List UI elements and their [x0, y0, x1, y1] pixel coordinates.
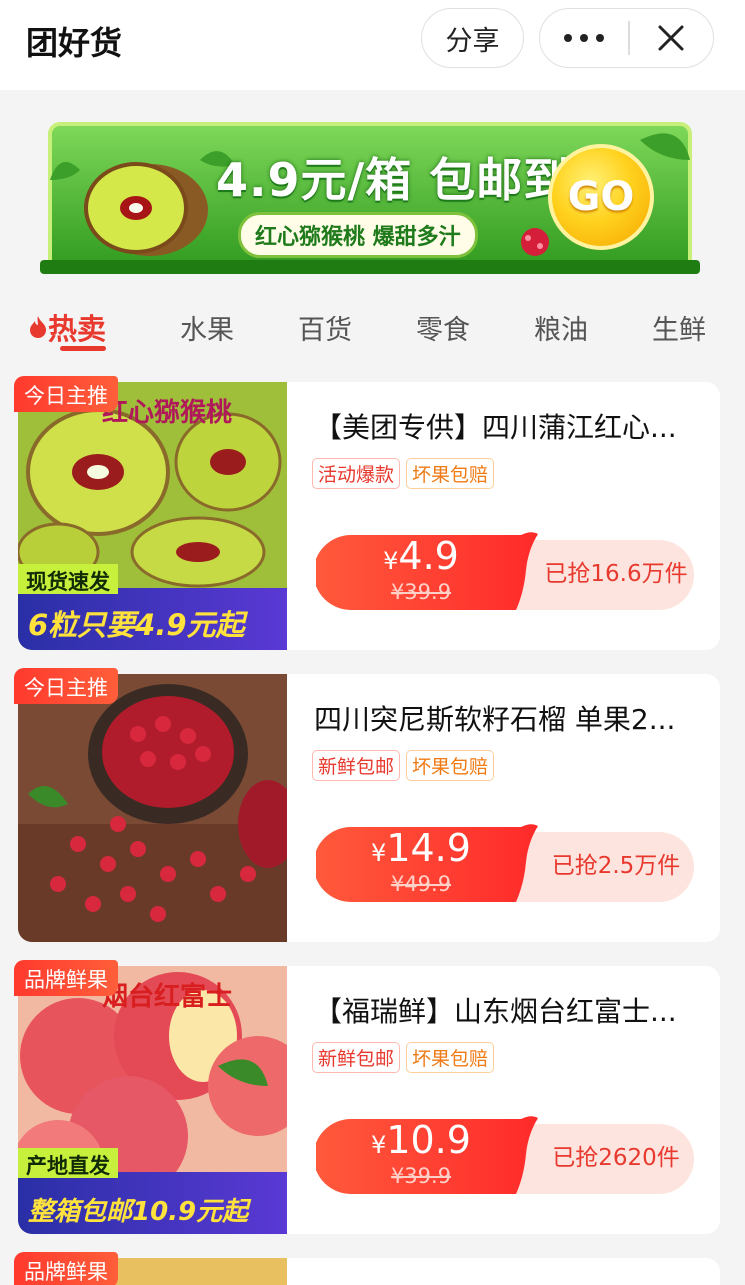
flame-icon	[30, 316, 46, 338]
product-card[interactable]: 烟台红富士 产地直发 整箱包邮10.9元起 品牌鲜果 【福瑞鲜】山东烟台红富士.…	[14, 960, 720, 1234]
promo-text: 6粒只要4.9元起	[28, 608, 245, 642]
sold-count: 已抢16.6万件	[544, 561, 688, 587]
product-title: 四川突尼斯软籽石榴 单果2...	[314, 703, 676, 736]
product-image	[18, 674, 287, 942]
page-title: 团好货	[26, 24, 123, 62]
promo-banner[interactable]: 4.9元/箱 包邮到家 红心猕猴桃 爆甜多汁 GO	[40, 120, 700, 280]
product-tags: 新鲜包邮 坏果包赔	[312, 750, 495, 781]
price-current-value: 10.9	[386, 1118, 471, 1162]
product-tags: 活动爆款 坏果包赔	[312, 458, 495, 489]
tab-snacks[interactable]: 零食	[416, 308, 470, 347]
tag-bad-fruit-refund: 坏果包赔	[406, 1042, 495, 1073]
promo-text: 整箱包邮10.9元起	[28, 1197, 249, 1227]
image-caption: 烟台红富士	[102, 982, 233, 1012]
tag-bad-fruit-refund: 坏果包赔	[406, 458, 495, 489]
currency-symbol: ¥	[371, 839, 387, 867]
tab-goods[interactable]: 百货	[298, 308, 352, 347]
price-current-value: 4.9	[398, 534, 459, 578]
product-tags: 新鲜包邮 坏果包赔	[312, 1042, 495, 1073]
price-original: ¥49.9	[390, 872, 452, 896]
currency-symbol: ¥	[371, 1131, 387, 1159]
sold-count: 已抢2620件	[552, 1145, 680, 1171]
tag-fresh-free-shipping: 新鲜包邮	[312, 750, 401, 781]
tag-fresh-free-shipping: 新鲜包邮	[312, 1042, 401, 1073]
active-tab-indicator	[60, 346, 106, 351]
tab-label: 热卖	[48, 312, 107, 346]
tab-fruit[interactable]: 水果	[180, 308, 234, 347]
product-title: 【美团专供】四川蒲江红心...	[314, 411, 677, 444]
more-dots-icon[interactable]	[540, 9, 628, 67]
header-bar: 团好货 分享	[0, 0, 745, 90]
buy-button[interactable]: ¥14.9 ¥49.9 已抢2.5万件	[316, 822, 696, 904]
product-image: 红心猕猴桃 现货速发 6粒只要4.9元起	[18, 382, 287, 650]
share-button[interactable]: 分享	[421, 8, 524, 68]
sold-count: 已抢2.5万件	[551, 853, 681, 879]
price-current: ¥4.9	[356, 534, 486, 583]
product-card[interactable]: 品牌鲜果	[14, 1252, 720, 1285]
price-original: ¥39.9	[390, 1164, 452, 1188]
product-image: 烟台红富士 产地直发 整箱包邮10.9元起	[18, 966, 287, 1234]
promo-label: 现货速发	[18, 564, 118, 594]
tab-fresh[interactable]: 生鲜	[652, 308, 706, 347]
product-title: 【福瑞鲜】山东烟台红富士...	[314, 995, 677, 1028]
image-caption: 红心猕猴桃	[102, 398, 233, 428]
banner-subline: 红心猕猴桃 爆甜多汁	[238, 212, 478, 258]
tab-grain-oil[interactable]: 粮油	[534, 308, 588, 347]
product-badge: 今日主推	[14, 376, 118, 412]
price-current: ¥14.9	[356, 826, 486, 875]
product-card[interactable]: 红心猕猴桃 现货速发 6粒只要4.9元起 今日主推 【美团专供】四川蒲江红心..…	[14, 376, 720, 650]
buy-button[interactable]: ¥10.9 ¥39.9 已抢2620件	[316, 1114, 696, 1196]
tag-bad-fruit-refund: 坏果包赔	[406, 750, 495, 781]
tag-hot-deal: 活动爆款	[312, 458, 401, 489]
close-icon[interactable]	[630, 9, 714, 67]
product-badge: 今日主推	[14, 668, 118, 704]
price-current-value: 14.9	[386, 826, 471, 870]
banner-go-button[interactable]: GO	[548, 144, 654, 250]
mini-program-capsule	[539, 8, 714, 68]
product-badge: 品牌鲜果	[14, 960, 118, 996]
currency-symbol: ¥	[383, 547, 399, 575]
price-current: ¥10.9	[356, 1118, 486, 1167]
product-badge: 品牌鲜果	[14, 1252, 118, 1285]
buy-button[interactable]: ¥4.9 ¥39.9 已抢16.6万件	[316, 530, 696, 612]
category-tabs: 热卖 水果 百货 零食 粮油 生鲜	[0, 300, 745, 360]
promo-label: 产地直发	[18, 1148, 118, 1178]
product-card[interactable]: 今日主推 四川突尼斯软籽石榴 单果2... 新鲜包邮 坏果包赔 ¥14.9 ¥4…	[14, 668, 720, 942]
tab-hot[interactable]: 热卖	[28, 306, 106, 348]
price-original: ¥39.9	[390, 580, 452, 604]
